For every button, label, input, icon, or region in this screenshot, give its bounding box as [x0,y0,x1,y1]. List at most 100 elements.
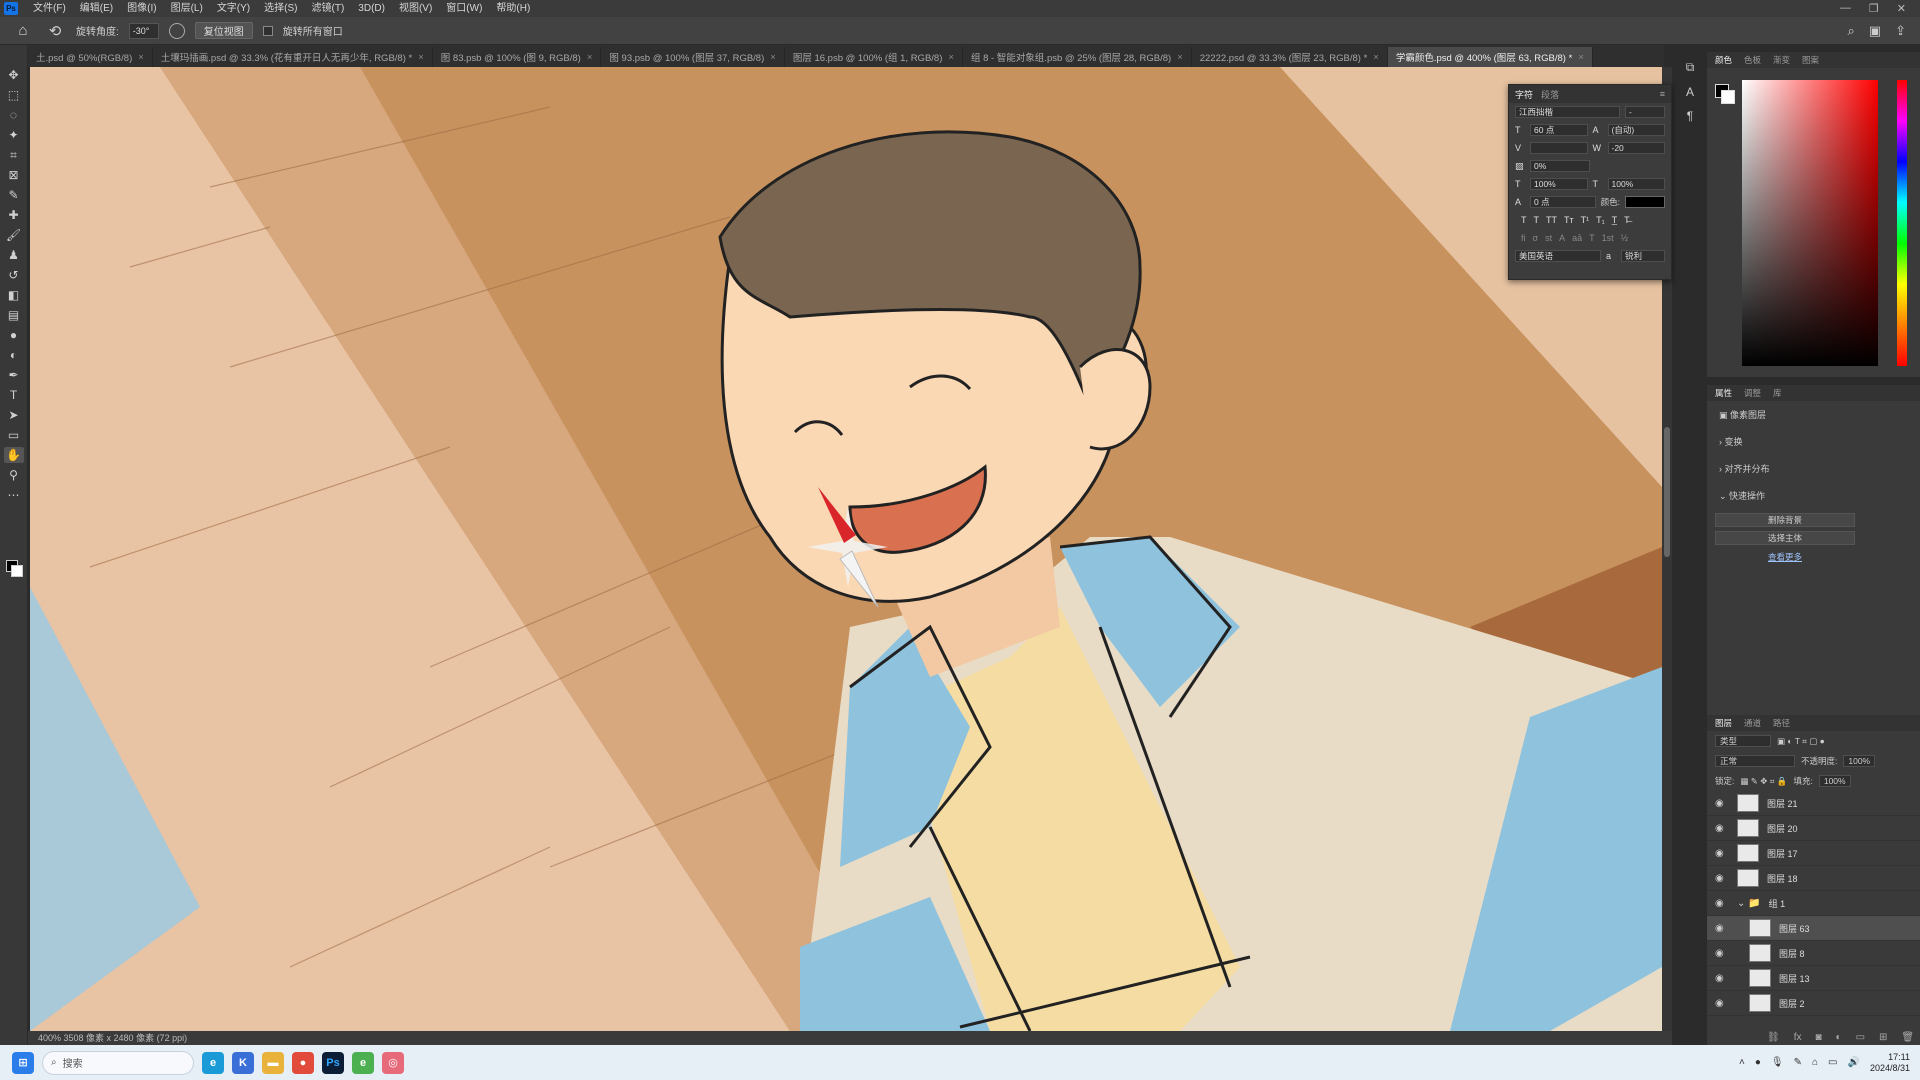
rotate-dial[interactable] [168,22,185,39]
doc-tab[interactable]: 图 83.psb @ 100% (图 9, RGB/8) × [433,47,602,67]
menu-window[interactable]: 窗口(W) [439,0,489,17]
small-caps-icon[interactable]: Tт [1564,215,1574,225]
menu-layer[interactable]: 图层(L) [164,0,210,17]
menu-select[interactable]: 选择(S) [257,0,304,17]
close-tab-icon[interactable]: × [1177,52,1183,63]
layer-filter-select[interactable]: 类型 [1715,735,1771,747]
eraser-tool-icon[interactable]: ◧ [4,287,24,303]
fx-icon[interactable]: fx [1794,1032,1802,1043]
opacity-input[interactable]: 100% [1843,755,1876,767]
history-panel-icon[interactable]: ⧉ [1686,60,1695,75]
healing-tool-icon[interactable]: ✚ [4,207,24,223]
taskbar-search[interactable]: ⌕ 搜索 [42,1050,194,1075]
photoshop-taskbar-icon[interactable]: Ps [322,1051,344,1074]
layer-row[interactable]: ◉ 图层 8 [1707,941,1920,966]
eye-icon[interactable]: ◉ [1715,898,1729,909]
close-tab-icon[interactable]: × [418,52,424,63]
mask-icon[interactable]: ◙ [1815,1032,1821,1043]
tab-paths[interactable]: 路径 [1773,717,1790,729]
remove-background-button[interactable]: 删除背景 [1715,513,1855,527]
bg-swatch[interactable] [1721,90,1735,104]
tab-channels[interactable]: 通道 [1744,717,1761,729]
menu-image[interactable]: 图像(I) [120,0,163,17]
close-tab-icon[interactable]: × [1578,52,1584,63]
leading-input[interactable]: (自动) [1607,124,1665,136]
frame-tool-icon[interactable]: ⊠ [4,167,24,183]
tray-app-icon[interactable]: ● [1755,1057,1761,1068]
fractions-icon[interactable]: 1st [1602,233,1614,243]
view-more-link[interactable]: 查看更多 [1715,551,1855,563]
magic-wand-tool-icon[interactable]: ✦ [4,127,24,143]
hand-tool-icon[interactable]: ✋ [3,447,24,463]
eye-icon[interactable]: ◉ [1715,848,1729,859]
windows-start-icon[interactable]: ⊞ [12,1051,34,1074]
tab-adjustments[interactable]: 调整 [1744,387,1761,399]
app-pink-icon[interactable]: ◎ [382,1051,404,1074]
tab-patterns[interactable]: 图案 [1802,54,1819,66]
rotate-angle-input[interactable] [128,22,159,39]
search-icon[interactable]: ⌕ [1848,23,1855,39]
rotate-view-tool-icon[interactable]: ⟲ [44,22,66,40]
type-tool-icon[interactable]: T [4,387,24,403]
menu-edit[interactable]: 编辑(E) [73,0,120,17]
background-color-swatch[interactable] [11,565,23,577]
chrome-icon[interactable]: ● [292,1051,314,1074]
link-layers-icon[interactable]: ⛓ [1767,1032,1780,1043]
color-picker-field[interactable] [1742,80,1878,366]
pen-tool-icon[interactable]: ✒ [4,367,24,383]
pen-icon[interactable]: ✎ [1794,1057,1802,1068]
marquee-tool-icon[interactable]: ⬚ [4,87,24,103]
brush-tool-icon[interactable]: 🖌 [4,227,24,243]
faux-bold-icon[interactable]: T [1521,215,1527,225]
app-green-icon[interactable]: e [352,1051,374,1074]
eye-icon[interactable]: ◉ [1715,798,1729,809]
microphone-icon[interactable]: 🎙 [1771,1057,1784,1068]
close-tab-icon[interactable]: × [948,52,954,63]
lock-icons[interactable]: ▦ ✎ ✥ ⌗ 🔒 [1740,776,1787,787]
tsume-input[interactable]: 0% [1530,160,1590,172]
eye-icon[interactable]: ◉ [1715,973,1729,984]
lasso-tool-icon[interactable]: ◌ [4,107,24,123]
swash-icon[interactable]: st [1545,233,1552,243]
clock[interactable]: 17:11 2024/8/31 [1870,1052,1910,1074]
titling-icon[interactable]: aā [1572,233,1582,243]
path-select-tool-icon[interactable]: ➤ [4,407,24,423]
tab-paragraph[interactable]: 段落 [1541,88,1559,101]
minimize-icon[interactable]: — [1840,2,1851,15]
rotate-all-checkbox[interactable] [262,25,273,36]
layer-row[interactable]: ◉ 图层 20 [1707,816,1920,841]
strikethrough-icon[interactable]: T̶ [1624,215,1630,225]
filter-icons[interactable]: ▣ ◐ T ⌗ ▢ ● [1777,736,1825,747]
horizontal-scale-input[interactable]: 100% [1607,178,1665,190]
antialias-select[interactable]: 锐利 [1621,250,1665,262]
share-icon[interactable]: ⇪ [1895,23,1906,39]
stamp-tool-icon[interactable]: ♟ [4,247,24,263]
layer-row-selected[interactable]: ◉ 图层 63 [1707,916,1920,941]
section-transform[interactable]: › 变换 [1707,428,1920,455]
dodge-tool-icon[interactable]: ◐ [4,347,24,363]
group-row[interactable]: ◉ ⌄ 📁 组 1 [1707,891,1920,916]
select-subject-button[interactable]: 选择主体 [1715,531,1855,545]
doc-tab[interactable]: 22222.psd @ 33.3% (图层 23, RGB/8) * × [1192,47,1388,67]
subscript-icon[interactable]: T₁ [1596,215,1605,225]
display-icon[interactable]: ▭ [1828,1057,1837,1068]
delete-layer-icon[interactable]: 🗑 [1901,1032,1914,1043]
file-explorer-icon[interactable]: ▬ [262,1051,284,1074]
baseline-input[interactable]: 0 点 [1530,196,1596,208]
kerning-input[interactable] [1530,142,1588,154]
tab-libraries[interactable]: 库 [1773,387,1782,399]
blend-mode-select[interactable]: 正常 [1715,755,1795,767]
language-select[interactable]: 美国英语 [1515,250,1601,262]
crop-tool-icon[interactable]: ⌗ [4,147,24,163]
layer-row[interactable]: ◉ 图层 13 [1707,966,1920,991]
menu-file[interactable]: 文件(F) [26,0,73,17]
close-tab-icon[interactable]: × [770,52,776,63]
tab-properties[interactable]: 属性 [1715,387,1732,399]
tab-character[interactable]: 字符 [1515,88,1533,101]
old-style-icon[interactable]: σ [1533,233,1539,243]
half-icon[interactable]: ½ [1621,233,1629,243]
menu-view[interactable]: 视图(V) [392,0,439,17]
text-color-swatch[interactable] [1625,196,1665,208]
tracking-input[interactable]: -20 [1607,142,1665,154]
tab-swatches[interactable]: 色板 [1744,54,1761,66]
